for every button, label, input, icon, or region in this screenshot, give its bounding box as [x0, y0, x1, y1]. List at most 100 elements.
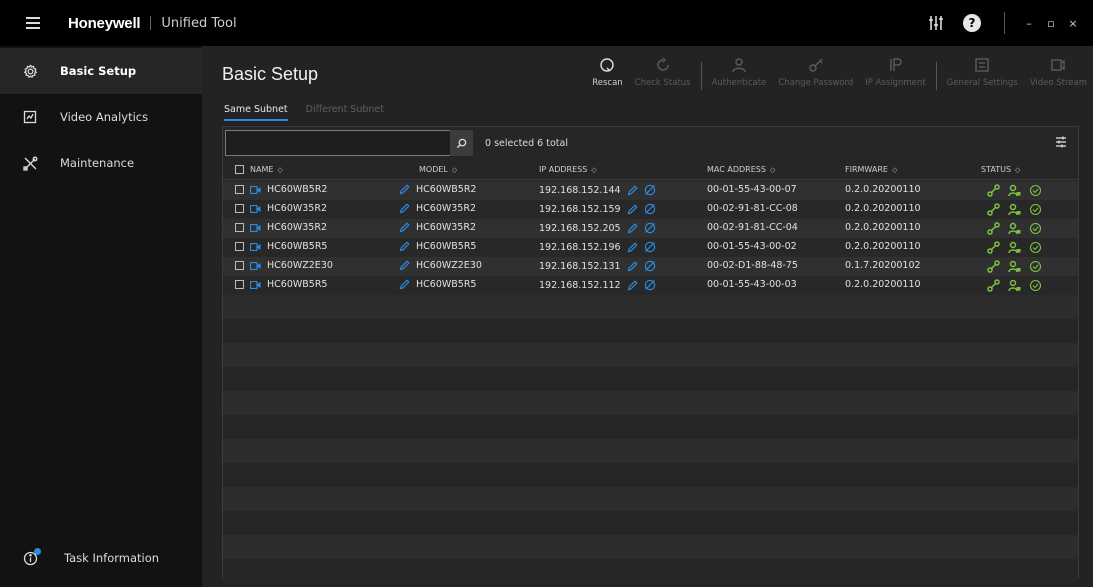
edit-ip-icon[interactable] [627, 184, 638, 196]
edit-icon[interactable] [399, 260, 410, 271]
help-icon[interactable]: ? [962, 13, 982, 33]
ip-cell: 192.168.152.205 [539, 222, 662, 234]
edit-icon[interactable] [399, 184, 410, 195]
sidebar-item-video-analytics[interactable]: Video Analytics [0, 94, 202, 140]
model-cell: HC60W35R2 [399, 222, 476, 233]
status-cell [987, 279, 1050, 292]
model-cell: HC60WB5R5 [399, 279, 476, 290]
edit-ip-icon[interactable] [627, 241, 638, 253]
row-checkbox[interactable] [235, 242, 244, 251]
tab-same-subnet[interactable]: Same Subnet [224, 104, 288, 121]
sidebar-item-maintenance[interactable]: Maintenance [0, 140, 202, 186]
status-cell [987, 203, 1050, 216]
analytics-icon [22, 109, 38, 125]
search-row: 0 selected 6 total [223, 127, 1078, 161]
clear-ip-icon[interactable] [644, 241, 656, 253]
edit-ip-icon[interactable] [627, 203, 638, 215]
sidebar-item-label: Maintenance [60, 156, 135, 170]
authenticate-button[interactable]: Authenticate [706, 56, 773, 88]
column-status[interactable]: STATUS ◇ [981, 165, 1020, 174]
row-checkbox[interactable] [235, 261, 244, 270]
table-row[interactable]: HC60WB5R5 HC60WB5R5 192.168.152.196 00-0… [223, 238, 1078, 257]
name-cell: HC60W35R2 [235, 222, 327, 233]
column-model[interactable]: MODEL ◇ [419, 165, 457, 174]
menu-icon[interactable] [26, 17, 40, 29]
edit-ip-icon[interactable] [627, 222, 638, 234]
select-all-checkbox[interactable] [235, 165, 244, 174]
ip-cell: 192.168.152.159 [539, 203, 662, 215]
general-settings-button[interactable]: General Settings [941, 56, 1024, 88]
row-checkbox[interactable] [235, 204, 244, 213]
row-checkbox[interactable] [235, 185, 244, 194]
key-icon [807, 56, 825, 74]
edit-icon[interactable] [399, 279, 410, 290]
change-password-button[interactable]: Change Password [772, 56, 859, 88]
mac-cell: 00-01-55-43-00-02 [707, 241, 797, 252]
edit-ip-icon[interactable] [627, 260, 638, 272]
table-body: HC60WB5R2 HC60WB5R2 192.168.152.144 00-0… [223, 181, 1078, 295]
rescan-button[interactable]: Rescan [586, 56, 628, 88]
edit-icon[interactable] [399, 203, 410, 214]
notification-dot [34, 548, 41, 555]
status-cell [987, 241, 1050, 254]
gear-icon [22, 63, 38, 79]
clear-ip-icon[interactable] [644, 203, 656, 215]
firmware-cell: 0.1.7.20200102 [845, 260, 921, 271]
mac-cell: 00-01-55-43-00-07 [707, 184, 797, 195]
user-auth-icon [1008, 184, 1021, 197]
tab-different-subnet[interactable]: Different Subnet [306, 104, 384, 121]
minimize-button[interactable]: – [1021, 17, 1037, 30]
row-checkbox[interactable] [235, 223, 244, 232]
user-auth-icon [1008, 203, 1021, 216]
table-row[interactable]: HC60WB5R2 HC60WB5R2 192.168.152.144 00-0… [223, 181, 1078, 200]
clear-ip-icon[interactable] [644, 260, 656, 272]
clear-ip-icon[interactable] [644, 279, 656, 291]
search-input[interactable] [225, 130, 471, 156]
status-cell [987, 184, 1050, 197]
clear-ip-icon[interactable] [644, 222, 656, 234]
sort-icon: ◇ [591, 165, 597, 174]
sort-icon: ◇ [277, 165, 283, 174]
network-link-icon [987, 260, 1000, 273]
rescan-icon [598, 56, 616, 74]
column-firmware[interactable]: FIRMWARE ◇ [845, 165, 897, 174]
column-settings-icon[interactable] [1054, 135, 1070, 151]
task-information-button[interactable]: Task Information [0, 538, 202, 578]
clear-ip-icon[interactable] [644, 184, 656, 196]
table-row[interactable]: HC60W35R2 HC60W35R2 192.168.152.159 00-0… [223, 200, 1078, 219]
toolbar: Rescan Check Status Authenticate Change … [586, 56, 1093, 102]
column-ip-address[interactable]: IP ADDRESS ◇ [539, 165, 597, 174]
table-row[interactable]: HC60W35R2 HC60W35R2 192.168.152.205 00-0… [223, 219, 1078, 238]
column-mac-address[interactable]: MAC ADDRESS ◇ [707, 165, 775, 174]
user-auth-icon [1008, 222, 1021, 235]
edit-icon[interactable] [399, 241, 410, 252]
name-cell: HC60WB5R5 [235, 241, 327, 252]
video-stream-button[interactable]: Video Stream [1024, 56, 1093, 88]
app-name: Unified Tool [161, 15, 237, 31]
restore-button[interactable]: ▫ [1043, 17, 1059, 30]
check-status-button[interactable]: Check Status [629, 56, 697, 88]
row-checkbox[interactable] [235, 280, 244, 289]
sidebar-item-basic-setup[interactable]: Basic Setup [0, 48, 202, 94]
edit-icon[interactable] [399, 222, 410, 233]
ip-icon [886, 56, 904, 74]
table-row[interactable]: HC60WB5R5 HC60WB5R5 192.168.152.112 00-0… [223, 276, 1078, 295]
ip-assignment-button[interactable]: IP Assignment [859, 56, 931, 88]
camera-icon [250, 185, 261, 194]
user-auth-icon [1008, 279, 1021, 292]
column-name[interactable]: NAME ◇ [235, 165, 283, 174]
page-title: Basic Setup [222, 64, 319, 84]
camera-icon [250, 261, 261, 270]
camera-icon [250, 242, 261, 251]
table-row[interactable]: HC60WZ2E30 HC60WZ2E30 192.168.152.131 00… [223, 257, 1078, 276]
edit-ip-icon[interactable] [627, 279, 638, 291]
close-button[interactable]: × [1065, 17, 1081, 30]
device-table: 0 selected 6 total NAME ◇ MODEL ◇ IP ADDRE… [222, 126, 1079, 583]
mac-cell: 00-02-91-81-CC-04 [707, 222, 798, 233]
camera-icon [250, 280, 261, 289]
title-bar: Honeywell Unified Tool ? – ▫ × [0, 0, 1093, 46]
mixer-settings-icon[interactable] [926, 13, 946, 33]
search-icon[interactable] [450, 130, 473, 156]
model-cell: HC60WB5R2 [399, 184, 476, 195]
refresh-icon [654, 56, 672, 74]
